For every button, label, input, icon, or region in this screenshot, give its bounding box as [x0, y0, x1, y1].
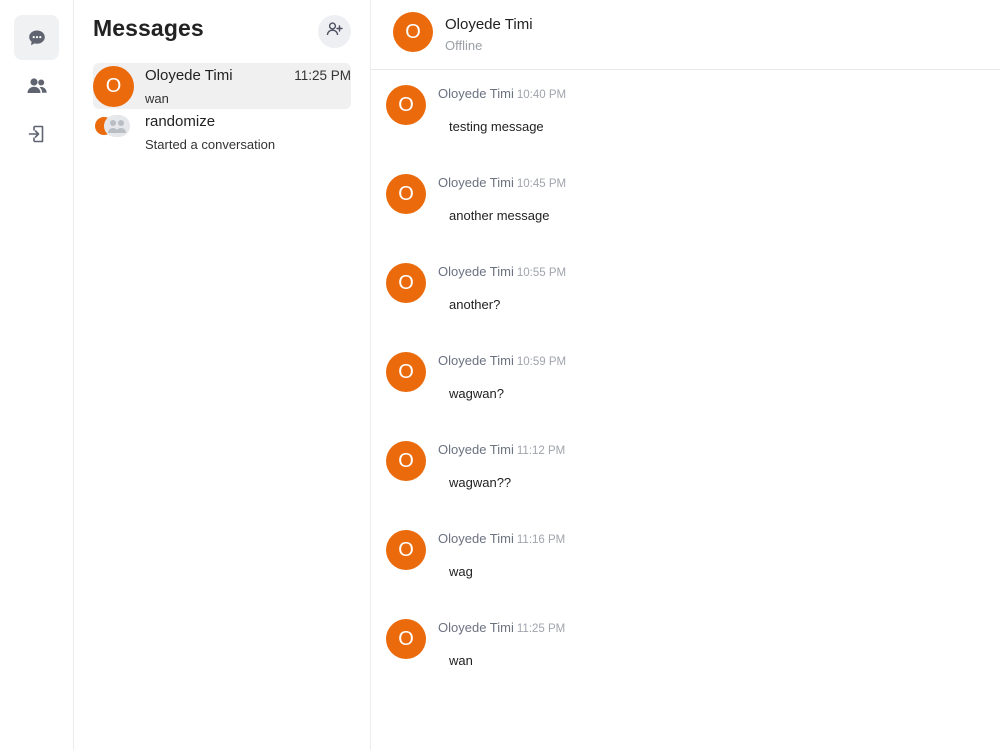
message-time: 11:16 PM: [516, 534, 566, 546]
chat-header: O Oloyede Timi Offline: [371, 0, 1000, 70]
message-item: O Oloyede Timi 11:12 PM wagwan??: [386, 441, 986, 511]
message-item: O Oloyede Timi 10:59 PM wagwan?: [386, 352, 986, 422]
message-time: 11:12 PM: [516, 445, 566, 457]
group-avatar: [93, 111, 135, 141]
message-text: wagwan??: [449, 475, 512, 490]
conversation-list-panel: Messages O Oloyede Timi 11:25 PM wan ran…: [74, 0, 371, 750]
avatar: O: [386, 174, 426, 214]
conversation-preview: Started a conversation: [145, 137, 276, 152]
avatar: O: [386, 530, 426, 570]
message-author: Oloyede Timi 10:55 PM: [438, 264, 566, 279]
chat-bubble-icon: [27, 28, 47, 48]
message-author: Oloyede Timi 11:25 PM: [438, 620, 565, 635]
conversation-time: 11:25 PM: [294, 68, 351, 83]
message-author: Oloyede Timi 10:40 PM: [438, 86, 566, 101]
message-time: 10:45 PM: [516, 178, 567, 190]
avatar[interactable]: O: [393, 12, 433, 52]
rail-chats-button[interactable]: [14, 15, 59, 60]
message-text: wan: [449, 653, 473, 668]
message-time: 10:59 PM: [516, 356, 567, 368]
message-text: wagwan?: [449, 386, 504, 401]
message-author-name: Oloyede Timi: [438, 620, 514, 635]
avatar: O: [93, 66, 134, 107]
conversation-preview: wan: [145, 91, 169, 106]
conversation-item-randomize[interactable]: randomize Started a conversation: [93, 109, 351, 155]
message-text: another message: [449, 208, 550, 223]
message-author: Oloyede Timi 10:45 PM: [438, 175, 566, 190]
avatar: O: [386, 352, 426, 392]
sign-out-icon: [27, 124, 47, 144]
add-user-icon: [326, 21, 344, 42]
chat-panel: O Oloyede Timi Offline O Oloyede Timi 10:…: [371, 0, 1000, 750]
message-author-name: Oloyede Timi: [438, 442, 514, 457]
avatar: O: [386, 85, 426, 125]
conversation-name: Oloyede Timi: [145, 67, 233, 84]
rail-contacts-button[interactable]: [14, 63, 59, 108]
message-author-name: Oloyede Timi: [438, 531, 514, 546]
message-text: testing message: [449, 119, 544, 134]
page-title: Messages: [93, 15, 204, 41]
message-author: Oloyede Timi 11:12 PM: [438, 442, 565, 457]
message-text: another?: [449, 297, 501, 312]
message-author-name: Oloyede Timi: [438, 175, 514, 190]
message-author: Oloyede Timi 10:59 PM: [438, 353, 566, 368]
status-text: Offline: [445, 38, 483, 53]
avatar: O: [386, 441, 426, 481]
avatar: O: [386, 619, 426, 659]
chat-contact-name[interactable]: Oloyede Timi: [445, 16, 533, 33]
message-item: O Oloyede Timi 10:55 PM another?: [386, 263, 986, 333]
message-time: 10:40 PM: [516, 89, 567, 101]
new-conversation-button[interactable]: [318, 15, 351, 48]
message-time: 10:55 PM: [516, 267, 567, 279]
message-author-name: Oloyede Timi: [438, 264, 514, 279]
rail-logout-button[interactable]: [14, 111, 59, 156]
avatar: O: [386, 263, 426, 303]
icon-rail: [0, 0, 74, 750]
message-text: wag: [449, 564, 473, 579]
conversation-item-oloyede-timi[interactable]: O Oloyede Timi 11:25 PM wan: [93, 63, 351, 109]
users-icon: [26, 76, 48, 96]
message-author-name: Oloyede Timi: [438, 353, 514, 368]
conversation-name: randomize: [145, 113, 216, 130]
message-author-name: Oloyede Timi: [438, 86, 514, 101]
message-item: O Oloyede Timi 10:40 PM testing message: [386, 85, 986, 155]
message-item: O Oloyede Timi 11:16 PM wag: [386, 530, 986, 600]
message-time: 11:25 PM: [516, 623, 566, 635]
message-author: Oloyede Timi 11:16 PM: [438, 531, 565, 546]
message-item: O Oloyede Timi 11:25 PM wan: [386, 619, 986, 689]
message-item: O Oloyede Timi 10:45 PM another message: [386, 174, 986, 244]
